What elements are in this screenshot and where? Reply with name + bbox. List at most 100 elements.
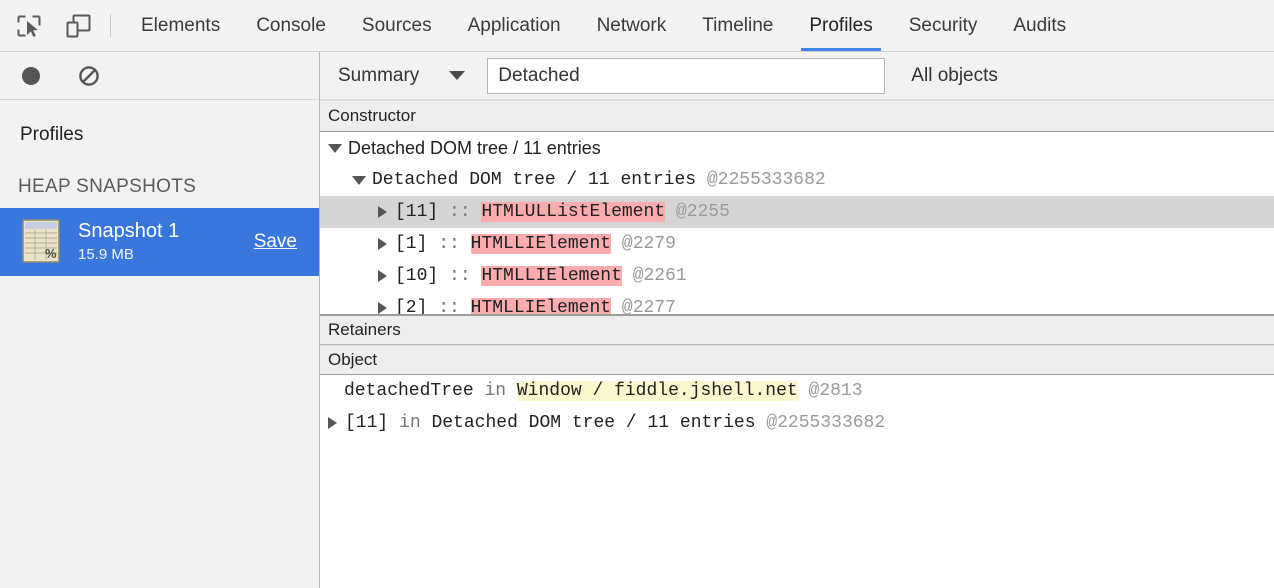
retainer-context: Window / fiddle.jshell.net: [517, 381, 798, 401]
row-text: [438, 202, 449, 222]
constructor-name: HTMLULListElement: [481, 202, 665, 222]
constructor-tree-row[interactable]: Detached DOM tree / 11 entries @22553336…: [320, 164, 1274, 196]
row-text: [11]: [395, 202, 438, 222]
triangle-collapsed-icon[interactable]: [328, 417, 337, 429]
objects-scope-select[interactable]: All objects: [911, 65, 998, 87]
constructor-tree-row[interactable]: [2] :: HTMLLIElement @2277: [320, 292, 1274, 315]
object-id: @2813: [809, 381, 863, 401]
devtools-body: Profiles HEAP SNAPSHOTS: [0, 52, 1274, 588]
separator-token: ::: [449, 266, 471, 286]
row-text: [471, 266, 482, 286]
triangle-collapsed-icon[interactable]: [378, 206, 387, 218]
row-text: [665, 202, 676, 222]
retainers-title: Retainers: [320, 315, 1274, 345]
tab-audits[interactable]: Audits: [995, 0, 1084, 51]
row-text: [622, 266, 633, 286]
constructor-tree-row[interactable]: [1] :: HTMLLIElement @2279: [320, 228, 1274, 260]
sidebar-section-heap-snapshots: HEAP SNAPSHOTS: [0, 146, 319, 208]
object-id: @2255: [676, 202, 730, 222]
heap-view-toolbar: Summary All objects: [320, 52, 1274, 100]
constructor-column-header: Constructor: [320, 100, 1274, 132]
class-filter-input[interactable]: [487, 58, 885, 94]
record-circle-icon[interactable]: [16, 61, 46, 91]
svg-text:%: %: [45, 246, 57, 261]
triangle-expanded-icon[interactable]: [328, 144, 342, 153]
row-text: [388, 413, 399, 433]
constructor-name: HTMLLIElement: [481, 266, 621, 286]
row-text: Detached DOM tree / 11 entries: [348, 138, 601, 159]
clear-no-entry-icon[interactable]: [74, 61, 104, 91]
snapshot-save-link[interactable]: Save: [254, 231, 297, 253]
constructor-tree-row[interactable]: Detached DOM tree / 11 entries: [320, 132, 1274, 164]
triangle-collapsed-icon[interactable]: [378, 302, 387, 314]
row-text: [427, 234, 438, 254]
row-text: detachedTree: [344, 381, 474, 401]
tab-elements[interactable]: Elements: [123, 0, 238, 51]
row-text: [11]: [345, 413, 388, 433]
object-id: @2277: [622, 298, 676, 315]
retainers-tree-row[interactable]: [11] in Detached DOM tree / 11 entries @…: [320, 407, 1274, 439]
triangle-expanded-icon[interactable]: [352, 176, 366, 185]
row-text: [696, 170, 707, 190]
row-text: [438, 266, 449, 286]
panel-tabs: Elements Console Sources Application Net…: [123, 0, 1084, 51]
devtools-tool-icons: [0, 0, 96, 51]
row-text: [421, 413, 432, 433]
heap-profiler-panel: Summary All objects Constructor Detached…: [320, 52, 1274, 588]
row-text: [460, 234, 471, 254]
devtools-window: Elements Console Sources Application Net…: [0, 0, 1274, 588]
constructor-name: HTMLLIElement: [471, 234, 611, 254]
separator-token: ::: [438, 234, 460, 254]
row-text: [10]: [395, 266, 438, 286]
tab-application[interactable]: Application: [450, 0, 579, 51]
chevron-down-icon[interactable]: [449, 71, 465, 80]
inspect-element-icon[interactable]: [12, 9, 46, 43]
tab-network[interactable]: Network: [579, 0, 685, 51]
constructor-tree[interactable]: Detached DOM tree / 11 entriesDetached D…: [320, 132, 1274, 315]
triangle-collapsed-icon[interactable]: [378, 238, 387, 250]
tab-security[interactable]: Security: [891, 0, 996, 51]
triangle-collapsed-icon[interactable]: [378, 270, 387, 282]
toolbar-divider: [110, 14, 111, 37]
separator-token: in: [399, 413, 421, 433]
sidebar-title: Profiles: [0, 100, 319, 146]
retainers-tree[interactable]: detachedTree in Window / fiddle.jshell.n…: [320, 375, 1274, 588]
object-id: @2261: [633, 266, 687, 286]
snapshot-name: Snapshot 1: [78, 220, 240, 243]
row-text: [427, 298, 438, 315]
row-text: Detached DOM tree / 11 entries: [372, 170, 696, 190]
snapshot-list-item[interactable]: % Snapshot 1 15.9 MB Save: [0, 208, 319, 276]
row-text: [611, 298, 622, 315]
profiles-sidebar-toolbar: [0, 52, 319, 100]
row-text: [756, 413, 767, 433]
row-text: [471, 202, 482, 222]
separator-token: ::: [438, 298, 460, 315]
object-column-header: Object: [320, 345, 1274, 375]
devtools-tabbar: Elements Console Sources Application Net…: [0, 0, 1274, 52]
row-text: [798, 381, 809, 401]
view-mode-select[interactable]: Summary: [338, 65, 419, 87]
constructor-tree-row[interactable]: [11] :: HTMLULListElement @2255: [320, 196, 1274, 228]
separator-token: in: [484, 381, 506, 401]
profiles-sidebar: Profiles HEAP SNAPSHOTS: [0, 52, 320, 588]
object-id: @2279: [622, 234, 676, 254]
constructor-tree-row[interactable]: [10] :: HTMLLIElement @2261: [320, 260, 1274, 292]
separator-token: ::: [449, 202, 471, 222]
row-text: [506, 381, 517, 401]
row-text: [2]: [395, 298, 427, 315]
constructor-name: HTMLLIElement: [471, 298, 611, 315]
row-text: [611, 234, 622, 254]
row-text: Detached DOM tree / 11 entries: [431, 413, 755, 433]
heap-snapshot-icon: %: [20, 218, 64, 266]
row-text: [474, 381, 485, 401]
tab-timeline[interactable]: Timeline: [684, 0, 791, 51]
retainers-tree-row[interactable]: detachedTree in Window / fiddle.jshell.n…: [320, 375, 1274, 407]
row-text: [1]: [395, 234, 427, 254]
object-id: @2255333682: [707, 170, 826, 190]
tab-profiles[interactable]: Profiles: [791, 0, 890, 51]
sidebar-empty-area: [0, 276, 319, 588]
object-id: @2255333682: [766, 413, 885, 433]
tab-console[interactable]: Console: [238, 0, 344, 51]
device-toolbar-icon[interactable]: [62, 9, 96, 43]
tab-sources[interactable]: Sources: [344, 0, 450, 51]
